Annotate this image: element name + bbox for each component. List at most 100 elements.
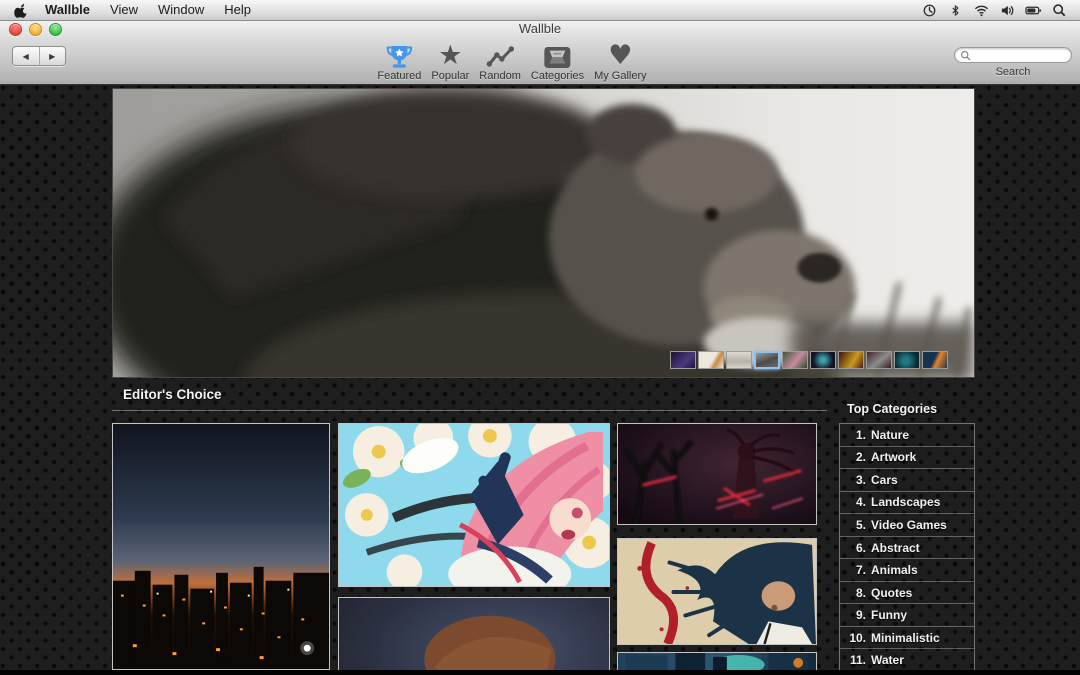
search-field[interactable] [954, 47, 1072, 63]
category-rank: 3. [840, 473, 866, 487]
hero-thumbnail-10[interactable] [922, 351, 948, 369]
tray-icon [543, 39, 571, 69]
wallpaper-anime-pink-hair[interactable] [338, 423, 610, 587]
hero-thumbnail-3[interactable] [726, 351, 752, 369]
window-title: Wallble [0, 20, 1080, 37]
category-label: Cars [871, 473, 898, 487]
category-rank: 2. [840, 450, 866, 464]
category-rank: 10. [840, 631, 866, 645]
category-label: Funny [871, 608, 907, 622]
category-abstract[interactable]: 6. Abstract [840, 536, 974, 559]
portrait-image [339, 598, 609, 675]
category-label: Landscapes [871, 495, 940, 509]
category-minimalistic[interactable]: 10.Minimalistic [840, 626, 974, 649]
category-cars[interactable]: 3. Cars [840, 468, 974, 491]
demon-image [618, 424, 816, 524]
wallpaper-dark-demon[interactable] [617, 423, 817, 525]
tab-categories-label: Categories [531, 70, 584, 82]
anime-pink-image [339, 424, 609, 586]
category-rank: 9. [840, 608, 866, 622]
forward-button[interactable]: ▶ [40, 47, 66, 65]
category-rank: 8. [840, 586, 866, 600]
tab-random-label: Random [479, 70, 521, 82]
category-rank: 1. [840, 428, 866, 442]
title-bar[interactable]: Wallble [0, 20, 1080, 38]
bottom-edge [0, 670, 1080, 675]
category-video-games[interactable]: 5. Video Games [840, 513, 974, 536]
search-label: Search [954, 66, 1072, 78]
lion-image [113, 89, 974, 377]
star-icon: ★ [438, 39, 462, 69]
tab-my-gallery-label: My Gallery [594, 70, 647, 82]
editors-choice-heading: Editor's Choice [123, 387, 221, 402]
search-area: Search [954, 47, 1072, 78]
category-funny[interactable]: 9. Funny [840, 603, 974, 626]
featured-wallpaper-lion[interactable] [112, 88, 975, 378]
category-label: Abstract [871, 541, 920, 555]
tab-categories[interactable]: Categories [531, 39, 584, 82]
status-icons [921, 2, 1080, 18]
blue-hair-image [618, 539, 816, 644]
tab-featured-label: Featured [377, 70, 421, 82]
category-label: Artwork [871, 450, 916, 464]
wallpaper-portrait-glasses[interactable] [338, 597, 610, 675]
category-animals[interactable]: 7. Animals [840, 558, 974, 581]
category-rank: 5. [840, 518, 866, 532]
hero-thumbnail-5[interactable] [782, 351, 808, 369]
category-rank: 11. [840, 653, 866, 667]
category-nature[interactable]: 1. Nature [840, 424, 974, 446]
menu-bar: Wallble View Window Help [0, 0, 1080, 21]
back-button[interactable]: ◀ [13, 47, 40, 65]
apple-menu-icon[interactable] [14, 3, 29, 18]
search-icon [960, 50, 971, 61]
tab-popular[interactable]: ★ Popular [431, 39, 469, 82]
hero-thumbnail-4-selected[interactable] [754, 351, 780, 369]
category-quotes[interactable]: 8. Quotes [840, 581, 974, 604]
category-landscapes[interactable]: 4.Landscapes [840, 491, 974, 514]
wallpaper-blue-hair-girl[interactable] [617, 538, 817, 645]
toolbar-tabs: Featured ★ Popular Random Categories [377, 39, 646, 82]
tab-random[interactable]: Random [479, 39, 521, 82]
history-nav: ◀ ▶ [12, 46, 66, 66]
menu-wallble[interactable]: Wallble [45, 0, 100, 20]
tab-featured[interactable]: Featured [377, 39, 421, 82]
top-categories-list: 1. Nature 2. Artwork 3. Cars 4.Landscapes 5… [839, 423, 975, 672]
category-label: Animals [871, 563, 918, 577]
window-chrome: Wallble ◀ ▶ Featured ★ Popular [0, 20, 1080, 85]
hero-thumbnail-6[interactable] [810, 351, 836, 369]
menu-window[interactable]: Window [148, 0, 214, 20]
category-water[interactable]: 11. Water [840, 648, 974, 671]
menu-view[interactable]: View [100, 0, 148, 20]
hero-thumbnail-8[interactable] [866, 351, 892, 369]
category-label: Quotes [871, 586, 912, 600]
menu-help[interactable]: Help [214, 0, 261, 20]
trophy-icon [385, 39, 413, 69]
category-rank: 7. [840, 563, 866, 577]
bluetooth-icon[interactable] [947, 2, 964, 18]
volume-icon[interactable] [999, 2, 1016, 18]
screen: Wallble View Window Help [0, 0, 1080, 675]
category-label: Video Games [871, 518, 947, 532]
category-artwork[interactable]: 2. Artwork [840, 446, 974, 469]
toolbar: ◀ ▶ Featured ★ Popular [0, 38, 1080, 84]
tab-my-gallery[interactable]: ♥ My Gallery [594, 39, 647, 82]
hero-thumbnail-2[interactable] [698, 351, 724, 369]
section-divider [112, 410, 827, 411]
hero-thumbnail-9[interactable] [894, 351, 920, 369]
wallpaper-sunset-city[interactable] [112, 423, 330, 670]
spotlight-icon[interactable] [1051, 2, 1068, 18]
hero-thumbnail-strip [670, 351, 948, 369]
tab-popular-label: Popular [431, 70, 469, 82]
search-input[interactable] [974, 49, 1064, 61]
top-categories-heading: Top Categories [847, 402, 937, 416]
hero-thumbnail-7[interactable] [838, 351, 864, 369]
hero-thumbnail-1[interactable] [670, 351, 696, 369]
zigzag-icon [486, 39, 514, 69]
category-label: Water [871, 653, 904, 667]
category-rank: 6. [840, 541, 866, 555]
wifi-icon[interactable] [973, 2, 990, 18]
time-machine-icon[interactable] [921, 2, 938, 18]
sunset-city-image [113, 424, 329, 669]
category-label: Nature [871, 428, 909, 442]
battery-icon[interactable] [1025, 2, 1042, 18]
